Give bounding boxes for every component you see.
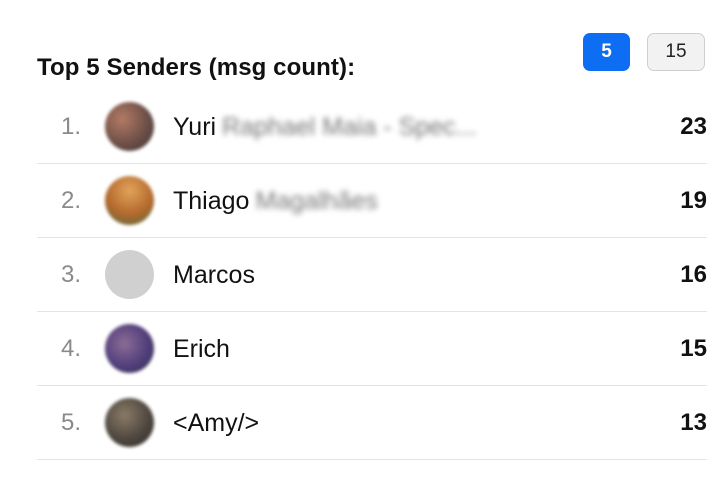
sender-row: 2. Thiago Magalhães 19: [37, 164, 707, 238]
sender-name: Marcos: [173, 238, 255, 312]
sender-name-obscured: Raphael Maia - Spec...: [222, 113, 477, 141]
top-senders-card: Top 5 Senders (msg count): 5 15 1. Yuri R…: [37, 28, 707, 460]
avatar: [105, 398, 154, 447]
sender-rank: 5.: [61, 409, 82, 436]
sender-message-count: 19: [680, 187, 707, 214]
sender-name-visible: <Amy/>: [173, 409, 260, 437]
card-header: Top 5 Senders (msg count): 5 15: [37, 28, 707, 90]
sender-rank: 3.: [61, 261, 82, 288]
sender-row: 4. Erich 15: [37, 312, 707, 386]
sender-name: Thiago Magalhães: [173, 164, 378, 238]
sender-name-visible: Thiago: [173, 187, 250, 215]
senders-list: 1. Yuri Raphael Maia - Spec... 23 2. Thia…: [37, 90, 707, 460]
placeholder-avatar: [105, 250, 154, 299]
sender-name-visible: Erich: [173, 335, 230, 363]
sender-message-count: 15: [680, 335, 707, 362]
sender-name-obscured: Magalhães: [255, 187, 378, 215]
avatar: [105, 102, 154, 151]
sender-message-count: 16: [680, 261, 707, 288]
top-5-toggle-button[interactable]: 5: [583, 33, 630, 71]
sender-name: Yuri Raphael Maia - Spec...: [173, 90, 476, 164]
sender-row: 1. Yuri Raphael Maia - Spec... 23: [37, 90, 707, 164]
sender-rank: 1.: [61, 113, 82, 140]
card-title: Top 5 Senders (msg count):: [37, 54, 356, 81]
sender-name: <Amy/>: [173, 386, 259, 460]
sender-name-visible: Yuri: [173, 113, 217, 141]
sender-row: 3. Marcos 16: [37, 238, 707, 312]
sender-message-count: 23: [680, 113, 707, 140]
sender-rank: 4.: [61, 335, 82, 362]
top-15-toggle-button[interactable]: 15: [647, 33, 705, 71]
sender-name: Erich: [173, 312, 230, 386]
sender-rank: 2.: [61, 187, 82, 214]
sender-message-count: 13: [680, 409, 707, 436]
avatar: [105, 176, 154, 225]
avatar: [105, 324, 154, 373]
sender-row: 5. <Amy/> 13: [37, 386, 707, 460]
sender-name-visible: Marcos: [173, 261, 255, 289]
